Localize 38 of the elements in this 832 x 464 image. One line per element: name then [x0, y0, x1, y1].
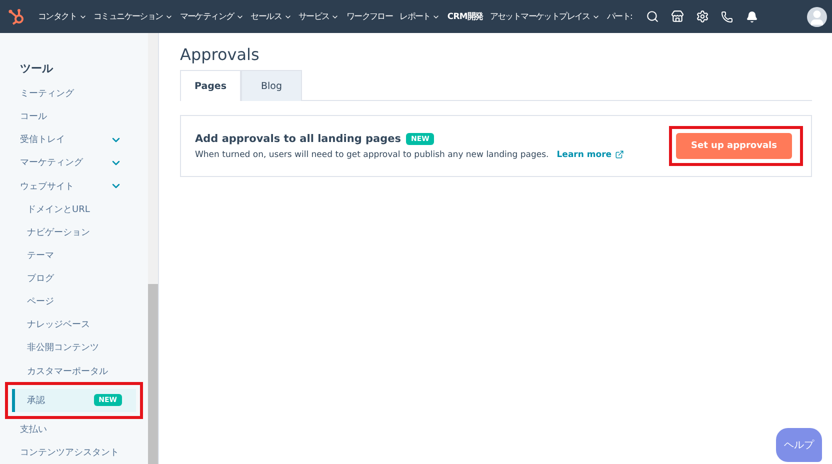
- nav-menu-item[interactable]: コミュニケーション: [94, 11, 173, 22]
- nav-menu-item[interactable]: レポート: [400, 11, 440, 22]
- sidebar-item[interactable]: ページ: [0, 290, 148, 314]
- nav-menu-item[interactable]: アセットマーケットプレイス: [490, 11, 600, 22]
- nav-menu-item[interactable]: サービス: [298, 11, 340, 22]
- card-title: Add approvals to all landing pages: [195, 132, 401, 144]
- sidebar-item[interactable]: マーケティング: [0, 151, 148, 174]
- sprocket-logo-icon[interactable]: [8, 8, 26, 26]
- sidebar-item[interactable]: テーマ: [0, 244, 148, 267]
- sidebar-item[interactable]: コンテンツアシスタント: [0, 440, 148, 464]
- sidebar-item[interactable]: ブログ: [0, 267, 148, 290]
- nav-menu-item[interactable]: CRM開発: [447, 11, 483, 22]
- sidebar-item[interactable]: コール: [0, 105, 148, 128]
- nav-menu-item[interactable]: パート:: [606, 11, 633, 22]
- nav-menu-item[interactable]: マーケティング: [180, 11, 244, 22]
- sidebar-item[interactable]: ナビゲーション: [0, 220, 148, 244]
- nav-menu-item[interactable]: セールス: [250, 11, 292, 22]
- avatar-icon[interactable]: [807, 6, 827, 26]
- scrollbar-thumb[interactable]: [148, 284, 158, 464]
- sidebar-item[interactable]: 非公開コンテンツ: [0, 336, 148, 360]
- sidebar-item[interactable]: ミーティング: [0, 82, 148, 106]
- sidebar-heading: ツール: [19, 61, 54, 77]
- sidebar-item[interactable]: ナレッジベース: [0, 313, 148, 336]
- set-up-approvals-button[interactable]: Set up approvals: [676, 133, 792, 159]
- sidebar-item[interactable]: ウェブサイト: [0, 174, 148, 198]
- card-description: When turned on, users will need to get approval to publish any new landing pages.: [195, 150, 549, 160]
- external-link-icon: [614, 150, 624, 159]
- page-title: Approvals: [180, 45, 260, 64]
- sidebar-item[interactable]: ドメインとURL: [0, 198, 148, 221]
- nav-menu-item[interactable]: ワークフロー: [346, 11, 393, 22]
- tab[interactable]: Blog: [241, 70, 302, 101]
- sidebar-item[interactable]: カスタマーポータル: [0, 360, 148, 383]
- sidebar-item[interactable]: 受信トレイ: [0, 128, 148, 152]
- learn-more-link[interactable]: Learn more: [556, 150, 624, 160]
- sidebar-item[interactable]: 支払い: [0, 418, 148, 441]
- nav-menu-item[interactable]: コンタクト: [38, 11, 87, 22]
- tab[interactable]: Pages: [180, 70, 241, 101]
- help-button[interactable]: ヘルプ: [776, 428, 822, 462]
